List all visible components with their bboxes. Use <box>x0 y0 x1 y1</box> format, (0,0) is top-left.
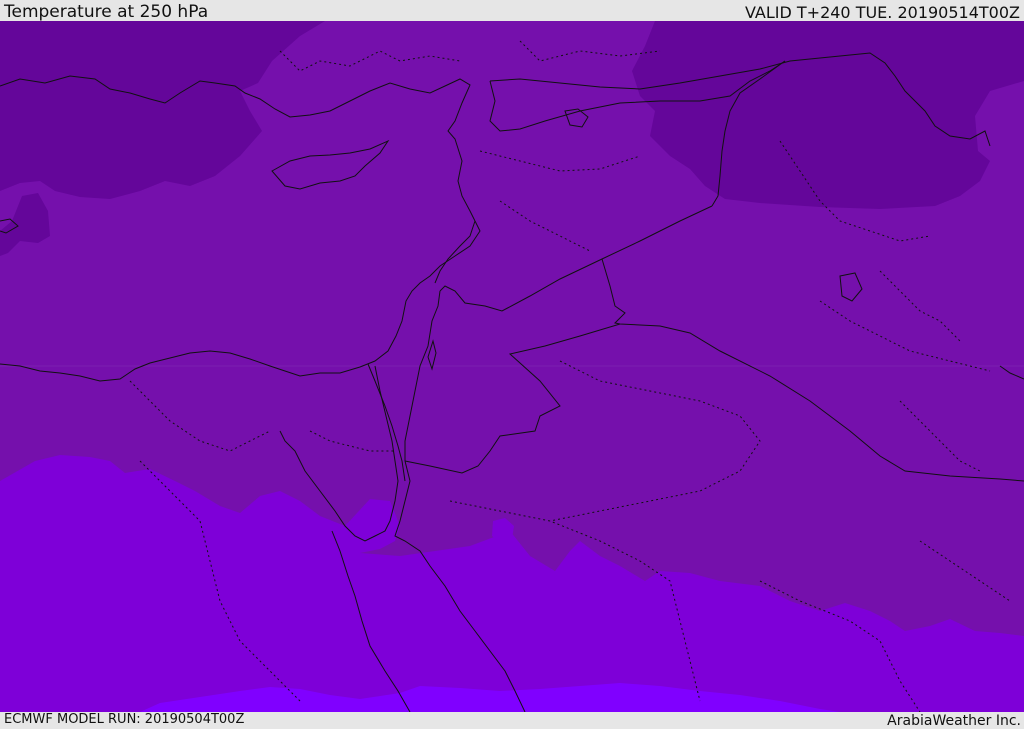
map-header: Temperature at 250 hPa VALID T+240 TUE. … <box>0 0 1024 22</box>
valid-time-label: VALID T+240 TUE. 20190514T00Z <box>744 3 1020 22</box>
map-title: Temperature at 250 hPa <box>4 2 209 22</box>
credit-label: ArabiaWeather Inc. <box>887 713 1021 729</box>
model-run-label: ECMWF MODEL RUN: 20190504T00Z <box>4 712 245 727</box>
map-footer: ECMWF MODEL RUN: 20190504T00Z ArabiaWeat… <box>0 712 1024 729</box>
weather-map[interactable] <box>0 21 1024 712</box>
map-canvas <box>0 21 1024 712</box>
